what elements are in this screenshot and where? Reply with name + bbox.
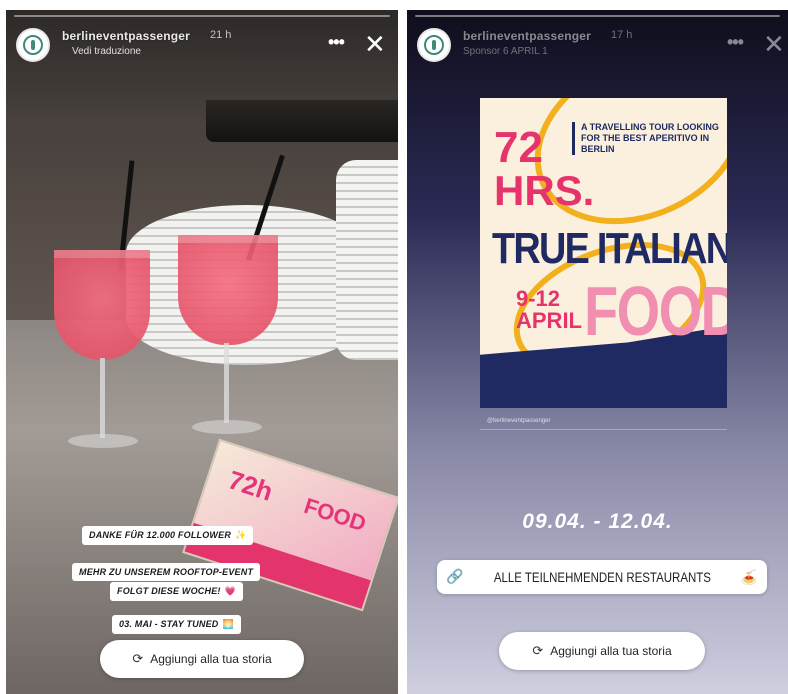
story-progress-bar: [415, 15, 780, 17]
poster-number: 72: [494, 123, 543, 172]
caption-text: 03. MAI - STAY TUNED: [119, 619, 219, 629]
poster-date: 9-12 APRIL: [516, 286, 582, 333]
caption-sticker: DANKE FÜR 12.000 FOLLOWER ✨: [82, 526, 254, 545]
username[interactable]: berlineventpassenger: [62, 29, 190, 43]
event-poster[interactable]: 72 HRS. A TRAVELLING TOUR LOOKING FOR TH…: [480, 98, 727, 408]
close-icon[interactable]: ✕: [763, 32, 785, 58]
poster-divider: [480, 429, 727, 430]
restaurants-link-sticker[interactable]: 🔗 ALLE TEILNEHMENDEN RESTAURANTS 🍝: [437, 560, 767, 594]
close-icon[interactable]: ✕: [364, 32, 386, 58]
background-shelf: [206, 100, 398, 142]
poster-credit[interactable]: @berlineventpassenger: [487, 418, 550, 424]
glass-stem: [100, 358, 105, 438]
story-right[interactable]: berlineventpassenger 17 h Sponsor 6 APRI…: [407, 10, 788, 694]
story-subtitle: Sponsor 6 APRIL 1: [463, 46, 548, 57]
poster-tagline: A TRAVELLING TOUR LOOKING FOR THE BEST A…: [572, 122, 720, 155]
pasta-icon: 🍝: [740, 568, 758, 585]
post-time: 21 h: [210, 29, 232, 41]
caption-text: DANKE FÜR 12.000 FOLLOWER: [89, 530, 232, 540]
translate-link[interactable]: Vedi traduzione: [72, 46, 141, 57]
add-to-story-label: Aggiungi alla tua storia: [150, 652, 272, 666]
story-left[interactable]: 72h FOOD berlineventpassenger 21 h Vedi …: [6, 10, 398, 694]
avatar[interactable]: [16, 28, 50, 62]
spritz-glass: [178, 235, 278, 345]
restaurants-label: ALLE TEILNEHMENDEN RESTAURANTS: [493, 569, 711, 585]
caption-text: MEHR ZU UNSEREM ROOFTOP-EVENT: [79, 567, 254, 577]
poster-headline: TRUE ITALIAN: [492, 224, 727, 273]
plates-stack-right: [336, 160, 398, 360]
caption-sticker: FOLGT DIESE WOCHE! 💗: [110, 582, 244, 601]
add-story-icon: ⟳: [532, 643, 544, 659]
glass-stem: [224, 343, 229, 423]
add-to-story-button[interactable]: ⟳ Aggiungi alla tua storia: [100, 640, 304, 678]
more-options-icon[interactable]: •••: [328, 33, 345, 51]
caption-sticker: MEHR ZU UNSEREM ROOFTOP-EVENT: [72, 563, 261, 581]
add-story-icon: ⟳: [132, 651, 144, 667]
heart-icon: 💗: [224, 586, 237, 596]
sparkles-icon: ✨: [235, 530, 247, 540]
sunset-icon: 🌅: [222, 619, 234, 629]
link-icon: 🔗: [446, 569, 464, 585]
add-to-story-button[interactable]: ⟳ Aggiungi alla tua storia: [499, 632, 705, 670]
glass-base: [192, 420, 262, 434]
post-time: 17 h: [611, 29, 633, 41]
poster-food: FOOD: [584, 272, 727, 350]
poster-hrs: HRS.: [494, 167, 595, 214]
flyer-text: FOOD: [301, 492, 370, 537]
avatar[interactable]: [417, 28, 451, 62]
glass-base: [68, 434, 138, 448]
story-progress-bar: [14, 15, 390, 17]
add-to-story-label: Aggiungi alla tua storia: [550, 644, 672, 658]
caption-text: FOLGT DIESE WOCHE!: [117, 586, 221, 596]
caption-sticker: 03. MAI - STAY TUNED 🌅: [112, 615, 241, 634]
spritz-glass: [54, 250, 150, 360]
username[interactable]: berlineventpassenger: [463, 29, 591, 43]
flyer-text: 72h: [224, 464, 277, 507]
more-options-icon[interactable]: •••: [727, 33, 744, 51]
event-dates: 09.04. - 12.04.: [522, 510, 673, 533]
